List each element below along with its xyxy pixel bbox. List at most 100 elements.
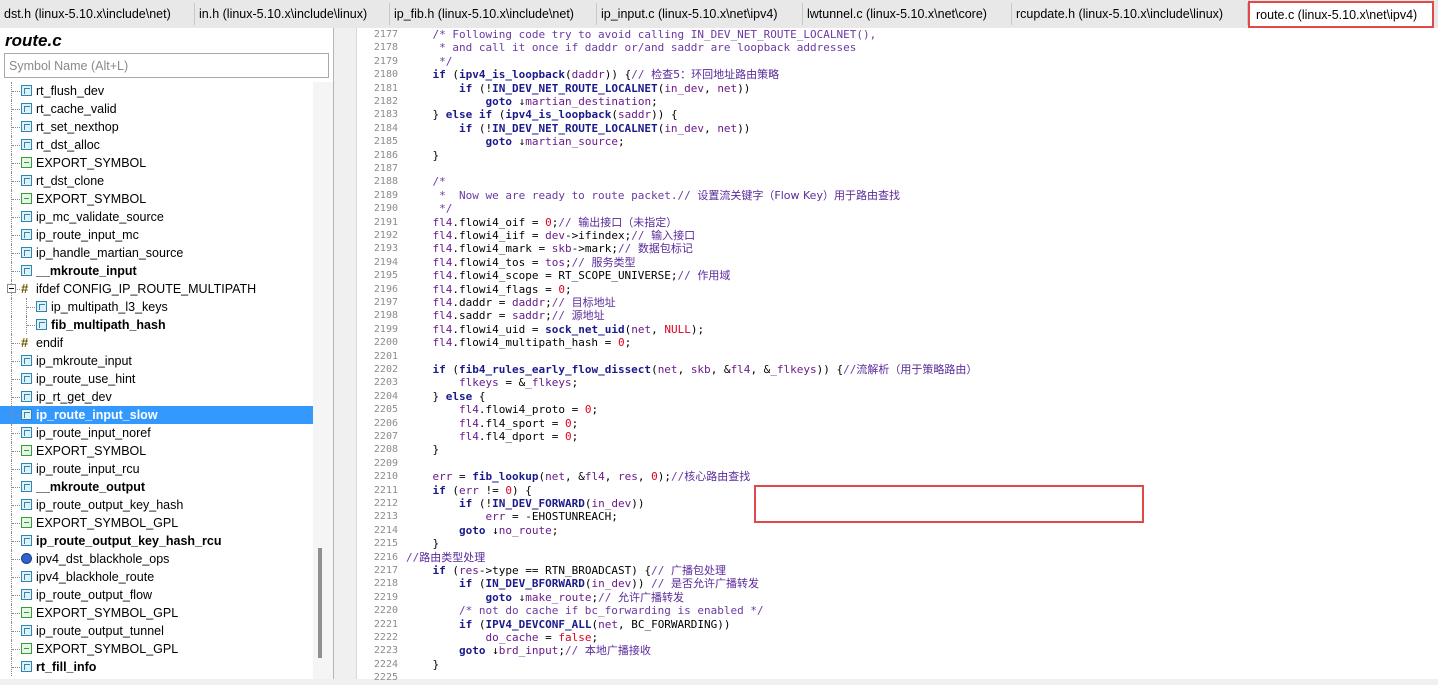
code-line: 2184 if (!IN_DEV_NET_ROUTE_LOCALNET(in_d… [356, 122, 1438, 135]
tree-line [11, 316, 12, 334]
symbol-item[interactable]: ip_mc_validate_source [0, 208, 313, 226]
line-number: 2201 [373, 350, 398, 362]
symbol-item[interactable]: __mkroute_output [0, 478, 313, 496]
code-token: if [458, 497, 473, 510]
code-line: 2177 /* Following code try to avoid call… [356, 28, 1438, 41]
function-icon [21, 121, 32, 132]
symbol-item[interactable]: ipv4_dst_blackhole_ops [0, 550, 313, 568]
symbol-search-input[interactable] [4, 53, 329, 78]
line-number: 2204 [373, 390, 398, 402]
code-token: else [445, 389, 473, 403]
collapse-toggle-icon[interactable] [7, 284, 16, 293]
symbol-item[interactable]: ip_route_output_tunnel [0, 622, 313, 640]
line-code: flkeys = &_flkeys; [406, 376, 578, 389]
line-number: 2205 [373, 404, 398, 416]
code-token: // [551, 309, 572, 323]
line-number: 2181 [373, 82, 398, 94]
tab-active[interactable]: route.c (linux-5.10.x\net\ipv4) [1248, 1, 1434, 28]
symbol-item[interactable]: ip_route_input_mc [0, 226, 313, 244]
tab[interactable]: rcupdate.h (linux-5.10.x\include\linux) [1012, 3, 1248, 25]
function-icon [21, 661, 32, 672]
sidebar-scrollbar[interactable] [313, 82, 333, 679]
symbol-item[interactable]: ip_route_use_hint [0, 370, 313, 388]
code-token: . [452, 215, 459, 229]
symbol-item[interactable]: ip_route_input_slow [0, 406, 313, 424]
line-code: if (fib4_rules_early_flow_dissect(net, s… [406, 363, 978, 376]
symbol-item[interactable]: ip_route_input_rcu [0, 460, 313, 478]
code-token: saddr [511, 309, 546, 323]
symbol-item[interactable]: EXPORT_SYMBOL_GPL [0, 604, 313, 622]
code-line: 2205 fl4.flowi4_proto = 0; [356, 403, 1438, 416]
symbol-item[interactable]: EXPORT_SYMBOL_GPL [0, 514, 313, 532]
code-token: fl4 [730, 363, 751, 376]
code-token: fl4 [406, 269, 453, 283]
code-token: ( [651, 363, 658, 376]
symbol-item[interactable]: ip_route_output_key_hash_rcu [0, 532, 313, 550]
code-token: ; [564, 255, 572, 269]
symbol-item[interactable]: rt_cache_valid [0, 100, 313, 118]
symbol-label: ip_route_output_key_hash [36, 498, 184, 512]
symbol-item[interactable]: rt_dst_clone [0, 172, 313, 190]
tab[interactable]: ip_input.c (linux-5.10.x\net\ipv4) [597, 3, 803, 25]
symbol-item[interactable]: EXPORT_SYMBOL [0, 154, 313, 172]
symbol-item[interactable]: ip_route_input_noref [0, 424, 313, 442]
line-number: 2214 [373, 524, 398, 536]
code-token: flowi4_iif [458, 229, 526, 242]
symbol-label: ip_route_input_rcu [36, 462, 140, 476]
code-token: } [406, 389, 446, 403]
tree-branch [12, 451, 20, 452]
symbol-item[interactable]: ip_handle_martian_source [0, 244, 313, 262]
code-line: 2225 [356, 671, 1438, 684]
function-icon [21, 355, 32, 366]
symbol-item[interactable]: ip_rt_get_dev [0, 388, 313, 406]
symbol-item[interactable]: rt_set_nexthop [0, 118, 313, 136]
tree-branch [12, 577, 20, 578]
tree-branch [27, 307, 35, 308]
code-token: _flkeys [525, 376, 572, 390]
sidebar-scrollbar-thumb[interactable] [318, 548, 322, 658]
symbol-item[interactable]: rt_dst_alloc [0, 136, 313, 154]
code-line: 2210 err = fib_lookup(net, &fl4, res, 0)… [356, 470, 1438, 483]
code-token: ( [472, 617, 486, 631]
function-icon [21, 103, 32, 114]
tab[interactable]: in.h (linux-5.10.x\include\linux) [195, 3, 390, 25]
code-token: brd_input [498, 644, 559, 658]
code-token: ; [545, 296, 552, 309]
symbol-item[interactable]: endif [0, 334, 313, 352]
code-token: ; [545, 309, 552, 323]
tab[interactable]: dst.h (linux-5.10.x\include\net) [0, 3, 195, 25]
symbol-item[interactable]: __mkroute_input [0, 262, 313, 280]
line-number: 2217 [373, 565, 398, 576]
code-token: ; [571, 376, 579, 390]
code-line: 2181 if (!IN_DEV_NET_ROUTE_LOCALNET(in_d… [356, 82, 1438, 95]
symbol-label: ip_mc_validate_source [36, 210, 164, 224]
symbol-item[interactable]: ipv4_blackhole_route [0, 568, 313, 586]
symbol-item[interactable]: ip_mkroute_input [0, 352, 313, 370]
tab[interactable]: ip_fib.h (linux-5.10.x\include\net) [390, 3, 597, 25]
symbol-item[interactable]: ip_route_output_key_hash [0, 496, 313, 514]
tree-branch [12, 415, 20, 416]
code-token: skb [690, 363, 711, 376]
line-code: */ [406, 55, 452, 68]
line-number: 2224 [373, 658, 398, 670]
code-line: 2207 fl4.fl4_dport = 0; [356, 430, 1438, 443]
symbol-item[interactable]: rt_flush_dev [0, 82, 313, 100]
symbol-item[interactable]: ifdef CONFIG_IP_ROUTE_MULTIPATH [0, 280, 313, 298]
symbol-label: __mkroute_input [36, 264, 137, 278]
symbol-label: EXPORT_SYMBOL [36, 444, 147, 458]
symbol-item[interactable]: rt_fill_info [0, 658, 313, 676]
symbol-item[interactable]: ip_route_output_flow [0, 586, 313, 604]
code-line: 2197 fl4.daddr = daddr;// 目标地址 [356, 296, 1438, 309]
line-code: //路由类型处理 [406, 551, 485, 564]
symbol-item[interactable]: EXPORT_SYMBOL [0, 190, 313, 208]
code-editor[interactable]: 2177 /* Following code try to avoid call… [334, 28, 1438, 683]
line-code: } [406, 149, 439, 162]
symbol-item[interactable]: fib_multipath_hash [0, 316, 313, 334]
tab[interactable]: lwtunnel.c (linux-5.10.x\net\core) [803, 3, 1012, 25]
symbol-item[interactable]: ip_multipath_l3_keys [0, 298, 313, 316]
code-token: , & [710, 363, 731, 376]
code-line: 2215 } [356, 537, 1438, 550]
symbol-item[interactable]: EXPORT_SYMBOL [0, 442, 313, 460]
symbol-item[interactable]: EXPORT_SYMBOL_GPL [0, 640, 313, 658]
